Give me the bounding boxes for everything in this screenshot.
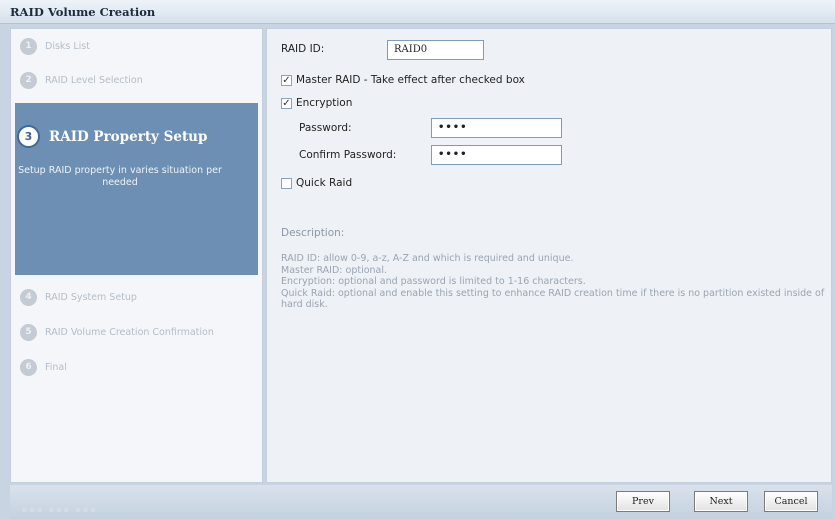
step-number-badge: 2	[20, 71, 37, 89]
prev-button[interactable]: Prev	[616, 491, 670, 512]
step-label: RAID Volume Creation Confirmation	[45, 326, 214, 338]
step-raid-property-setup-active: 3 RAID Property Setup Setup RAID propert…	[15, 103, 258, 275]
password-label: Password:	[299, 122, 352, 134]
step-label: RAID System Setup	[45, 291, 137, 303]
encryption-label: Encryption	[296, 97, 353, 109]
step-raid-system-setup: 4 RAID System Setup	[20, 286, 137, 308]
quick-raid-checkbox[interactable]: Quick Raid	[281, 177, 352, 189]
step-number-badge: 5	[20, 323, 37, 341]
step-raid-volume-creation-confirmation: 5 RAID Volume Creation Confirmation	[20, 321, 214, 343]
step-raid-level-selection: 2 RAID Level Selection	[20, 69, 143, 91]
raid-id-input[interactable]: RAID0	[387, 40, 484, 60]
step-number-badge: 3	[17, 125, 40, 148]
step-number-badge: 4	[20, 288, 37, 306]
wizard-steps-sidebar: 1 Disks List 2 RAID Level Selection 3 RA…	[10, 28, 263, 483]
description-line: Encryption: optional and password is lim…	[281, 276, 586, 287]
master-raid-checkbox[interactable]: ✓ Master RAID - Take effect after checke…	[281, 74, 525, 86]
step-label: RAID Level Selection	[45, 74, 143, 86]
raid-id-label: RAID ID:	[281, 43, 325, 55]
description-line: Master RAID: optional.	[281, 264, 388, 276]
description-line: Quick Raid: optional and enable this set…	[281, 287, 825, 311]
footer-decoration: ▪▪▪ ▪▪▪ ▪▪▪	[22, 505, 98, 514]
raid-property-form-panel: RAID ID: RAID0 ✓ Master RAID - Take effe…	[266, 28, 832, 483]
next-button[interactable]: Next	[694, 491, 748, 512]
quick-raid-label: Quick Raid	[296, 177, 353, 189]
step-final: 6 Final	[20, 356, 67, 378]
active-step-description: Setup RAID property in varies situation …	[18, 165, 222, 188]
encryption-checkbox[interactable]: ✓ Encryption	[281, 97, 352, 109]
master-raid-label: Master RAID - Take effect after checked …	[296, 74, 525, 86]
description-line: RAID ID: allow 0-9, a-z, A-Z and which i…	[281, 253, 574, 264]
window-title: RAID Volume Creation	[0, 0, 835, 24]
description-title: Description:	[281, 227, 345, 239]
step-number-badge: 1	[20, 37, 37, 55]
checkbox-check-icon: ✓	[281, 74, 292, 86]
password-input[interactable]: ••••	[431, 118, 562, 138]
confirm-password-label: Confirm Password:	[299, 149, 397, 161]
confirm-password-input[interactable]: ••••	[431, 145, 562, 165]
checkbox-check-icon: ✓	[281, 97, 292, 109]
description-body: RAID ID: allow 0-9, a-z, A-Z and which i…	[281, 253, 826, 311]
checkbox-unchecked-box	[281, 177, 292, 189]
cancel-button[interactable]: Cancel	[764, 491, 818, 512]
step-disks-list: 1 Disks List	[20, 35, 90, 57]
active-step-title: RAID Property Setup	[49, 128, 208, 145]
step-label: Final	[45, 361, 67, 373]
step-label: Disks List	[45, 40, 90, 52]
wizard-footer: ▪▪▪ ▪▪▪ ▪▪▪ Prev Next Cancel	[10, 485, 832, 519]
step-number-badge: 6	[20, 358, 37, 376]
